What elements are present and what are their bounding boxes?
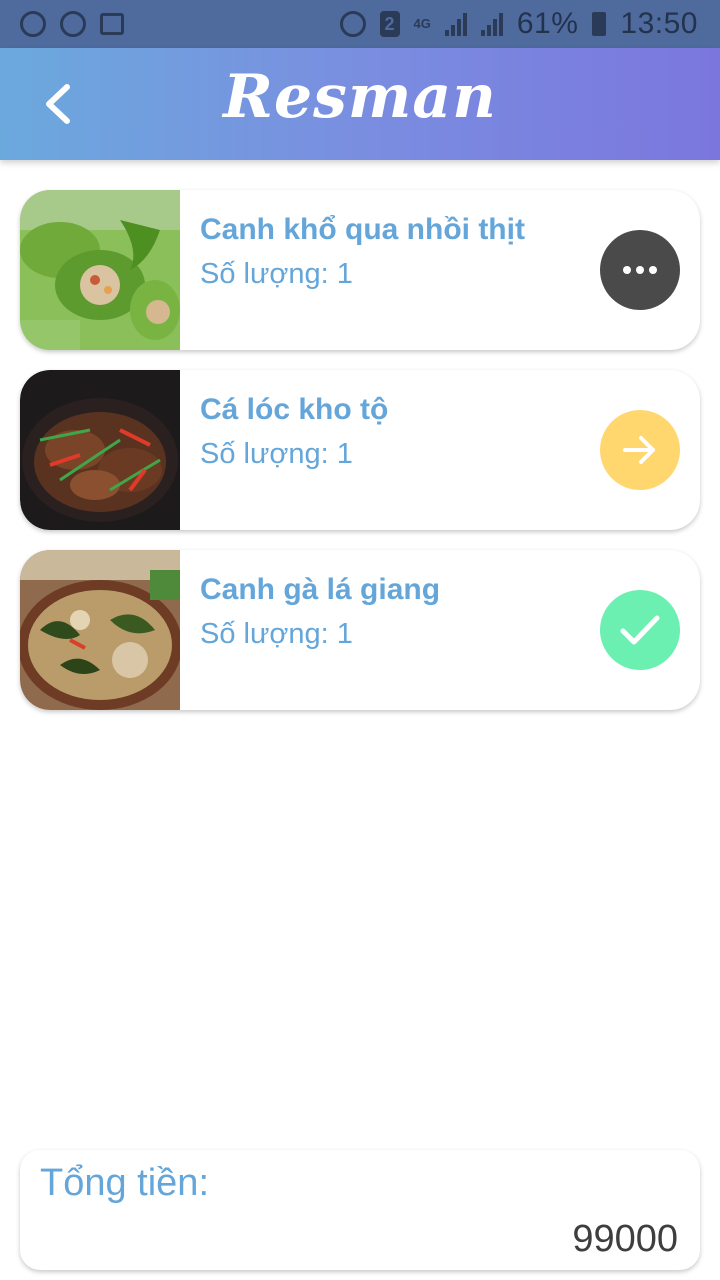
status-pending-button[interactable] xyxy=(600,230,680,310)
food-image xyxy=(20,550,180,710)
order-item[interactable]: Canh gà lá giang Số lượng: 1 xyxy=(20,550,700,710)
app-title: Resman xyxy=(223,62,497,132)
battery-percent: 61% xyxy=(516,7,579,40)
total-card: Tổng tiền: 99000 xyxy=(20,1150,700,1270)
order-list: Canh khổ qua nhồi thịt Số lượng: 1 Cá ló… xyxy=(20,190,700,730)
image-notification-icon xyxy=(100,13,124,35)
network-type: 4G xyxy=(413,16,431,31)
status-in-progress-button[interactable] xyxy=(600,410,680,490)
quantity-value: 1 xyxy=(336,258,353,290)
check-icon xyxy=(620,615,660,645)
status-done-button[interactable] xyxy=(600,590,680,670)
quantity-value: 1 xyxy=(336,438,353,470)
signal-icon xyxy=(444,12,467,36)
clock: 13:50 xyxy=(620,7,698,40)
quantity-label: Số lượng: xyxy=(200,258,329,290)
order-item[interactable]: Canh khổ qua nhồi thịt Số lượng: 1 xyxy=(20,190,700,350)
status-bar-left xyxy=(20,11,124,37)
food-image xyxy=(20,190,180,350)
status-bar: 2 4G 61% 13:50 xyxy=(0,0,720,48)
arrow-right-icon xyxy=(623,436,655,464)
app-bar: Resman xyxy=(0,48,720,160)
status-bar-right: 2 4G 61% 13:50 xyxy=(339,7,698,41)
quantity-label: Số lượng: xyxy=(200,438,329,470)
battery-icon xyxy=(592,12,607,36)
alarm-notification-icon xyxy=(60,11,86,37)
quantity-label: Số lượng: xyxy=(200,618,329,650)
sim-badge: 2 xyxy=(379,11,400,37)
food-image xyxy=(20,370,180,530)
quantity-value: 1 xyxy=(336,618,353,650)
signal-2-icon xyxy=(480,12,503,36)
total-value: 99000 xyxy=(572,1218,678,1260)
more-icon xyxy=(623,266,657,274)
app-notification-icon xyxy=(20,11,46,37)
alarm-icon xyxy=(339,11,366,37)
total-label: Tổng tiền: xyxy=(40,1162,209,1204)
order-item[interactable]: Cá lóc kho tộ Số lượng: 1 xyxy=(20,370,700,530)
